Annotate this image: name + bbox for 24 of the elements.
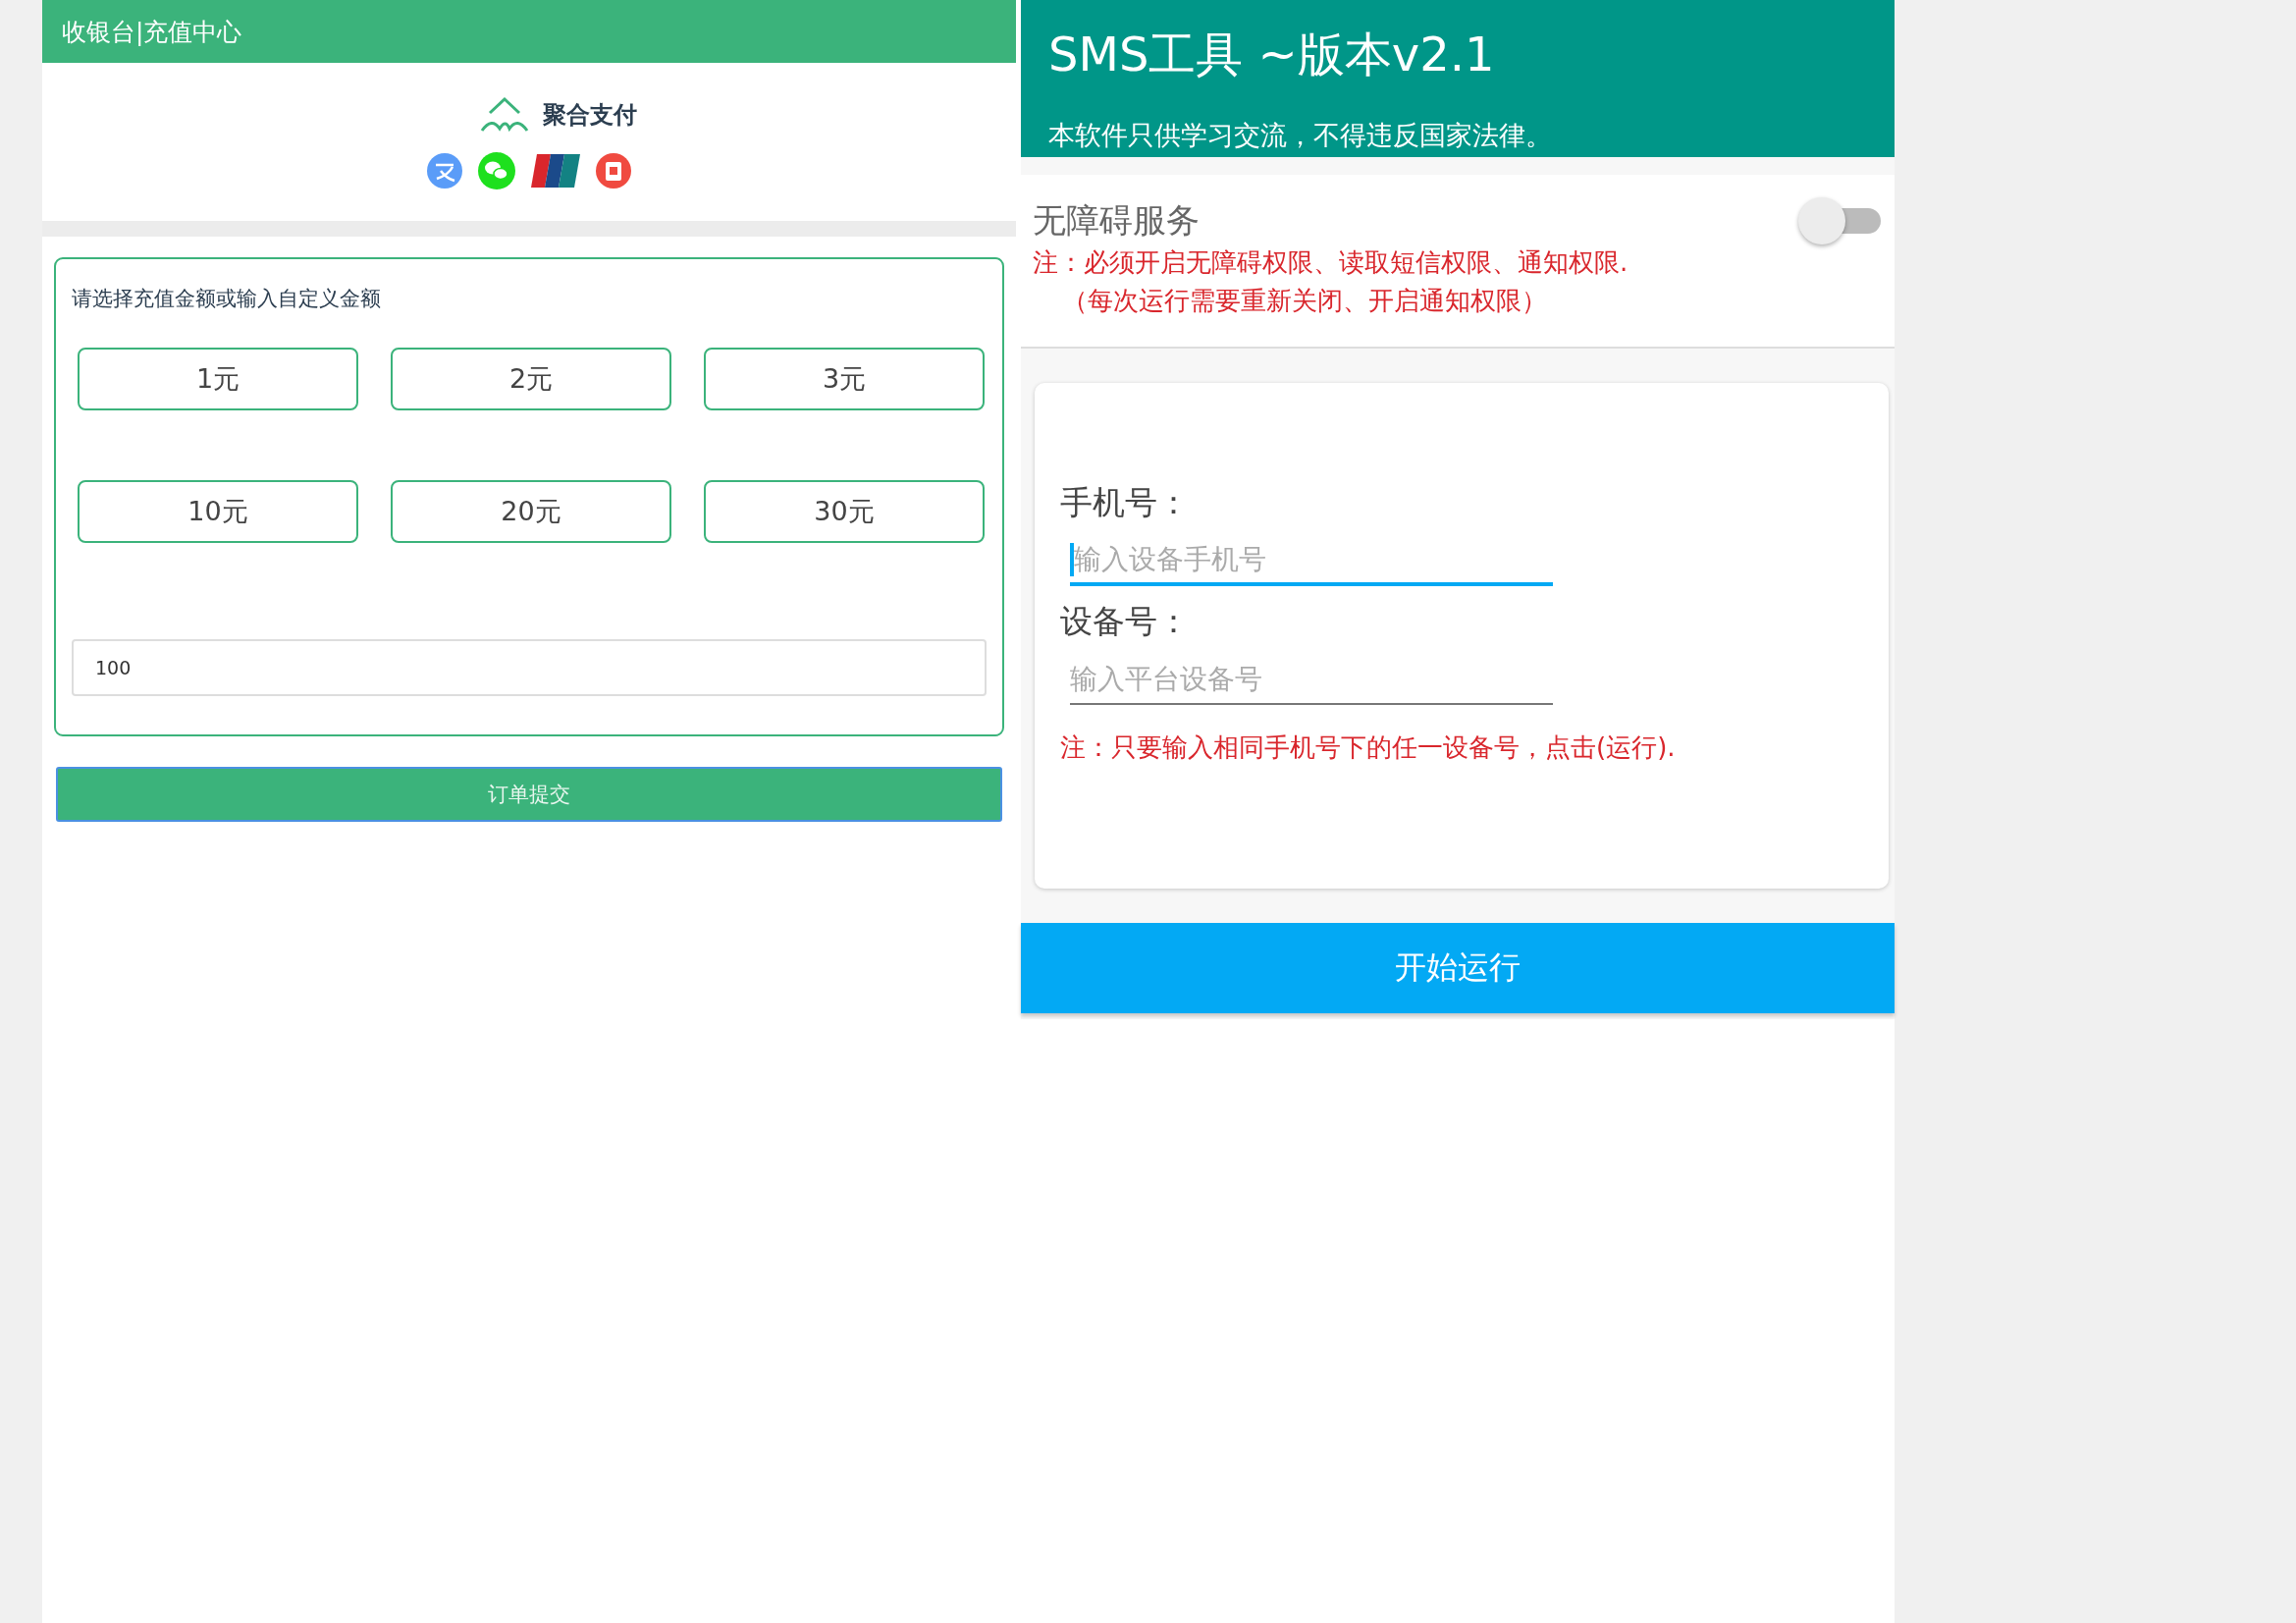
toggle-switch[interactable] — [1798, 195, 1881, 246]
warning-note: 注：必须开启无障碍权限、读取短信权限、通知权限. — [1033, 246, 1629, 279]
chat-bubbles-icon — [478, 151, 515, 189]
brand-name: 聚合支付 — [543, 99, 637, 131]
mountain-logo-icon — [480, 94, 529, 135]
amount-option[interactable]: 3元 — [704, 348, 985, 410]
warning-note: 注：只要输入相同手机号下的任一设备号，点击(运行). — [1060, 731, 1676, 764]
card-icon — [531, 153, 580, 188]
amount-input[interactable]: 100 — [72, 639, 987, 696]
payment-icon — [427, 152, 462, 189]
amount-option[interactable]: 20元 — [391, 480, 671, 543]
field-label: 设备号： — [1060, 601, 1190, 642]
app-title: SMS工具 ~版本v2.1 — [1048, 26, 1496, 83]
amount-option[interactable]: 2元 — [391, 348, 671, 410]
amount-option[interactable]: 1元 — [78, 348, 358, 410]
page-title: 收银台|充值中心 — [62, 16, 242, 48]
disclaimer-text: 本软件只供学习交流，不得违反国家法律。 — [1048, 119, 1553, 152]
amount-option[interactable]: 10元 — [78, 480, 358, 543]
amount-prompt: 请选择充值金额或输入自定义金额 — [72, 286, 381, 312]
amount-option[interactable]: 30元 — [704, 480, 985, 543]
field-label: 手机号： — [1060, 482, 1190, 523]
warning-note: （每次运行需要重新关闭、开启通知权限） — [1062, 285, 1547, 317]
setting-label: 无障碍服务 — [1033, 199, 1200, 242]
wallet-icon — [596, 152, 631, 189]
